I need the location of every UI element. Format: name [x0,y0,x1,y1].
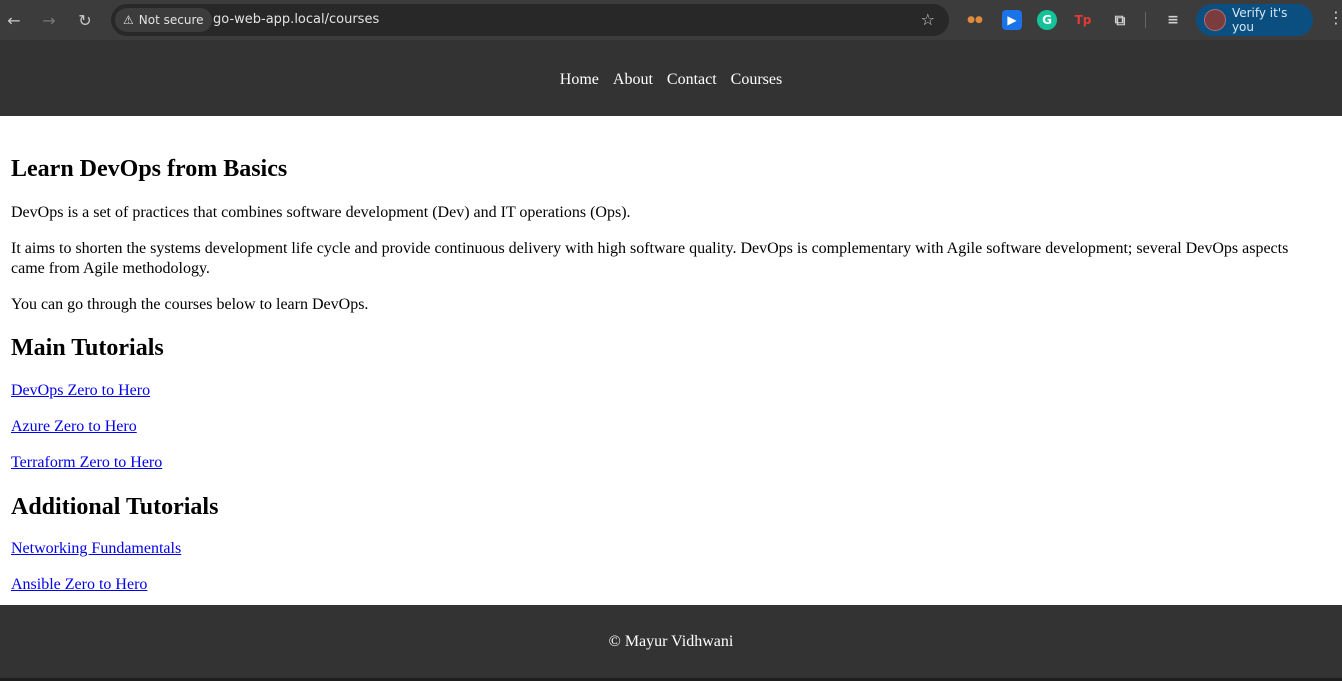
nav-about-link[interactable]: About [613,71,653,89]
warning-icon: ⚠ [123,13,134,27]
tutorial-link-devops[interactable]: DevOps Zero to Hero [11,382,150,400]
nav-courses-link[interactable]: Courses [731,71,783,89]
security-label: Not secure [138,13,204,27]
tutorial-link-ansible[interactable]: Ansible Zero to Hero [11,576,147,594]
reload-icon[interactable]: ↻ [73,8,97,32]
back-icon[interactable]: ← [2,8,26,32]
site-header: Home About Contact Courses [0,43,1342,116]
description-paragraph: It aims to shorten the systems developme… [11,240,1289,277]
tutorial-link-terraform[interactable]: Terraform Zero to Hero [11,454,162,472]
reader-extension-icon[interactable]: ▶ [1002,10,1022,30]
browser-toolbar: ← → ↻ ⚠ Not secure go-web-app.local/cour… [0,0,1342,40]
bookmark-star-icon[interactable]: ☆ [921,10,935,29]
intro-paragraph: DevOps is a set of practices that combin… [11,204,631,221]
page-title: Learn DevOps from Basics [11,156,288,182]
main-tutorials-heading: Main Tutorials [11,335,164,361]
additional-tutorials-heading: Additional Tutorials [11,494,219,520]
security-chip[interactable]: ⚠ Not secure [115,8,212,32]
courses-intro-paragraph: You can go through the courses below to … [11,296,369,313]
eyes-extension-icon[interactable]: ●● [965,10,985,30]
verify-label: Verify it's you [1231,6,1288,34]
site-footer: © Mayur Vidhwani [0,605,1342,678]
verify-profile-button[interactable]: Verify it's you [1196,4,1313,36]
puzzle-extensions-icon[interactable]: ⧉ [1110,10,1130,30]
copyright-text: © Mayur Vidhwani [608,632,734,650]
more-menu-icon[interactable]: ⋮ [1328,8,1342,27]
reading-list-icon[interactable]: ≡ [1163,10,1183,30]
address-bar[interactable]: ⚠ Not secure go-web-app.local/courses ☆ [111,4,949,36]
tutorial-link-networking[interactable]: Networking Fundamentals [11,540,181,558]
tutorial-link-azure[interactable]: Azure Zero to Hero [11,418,137,436]
avatar [1204,9,1226,31]
forward-icon[interactable]: → [37,8,61,32]
nav-contact-link[interactable]: Contact [667,71,717,89]
nav-home-link[interactable]: Home [560,71,599,89]
url-text[interactable]: go-web-app.local/courses [213,4,379,36]
tp-extension-icon[interactable]: Tp [1073,10,1093,30]
grammarly-extension-icon[interactable]: G [1037,10,1057,30]
toolbar-divider [1145,12,1146,28]
